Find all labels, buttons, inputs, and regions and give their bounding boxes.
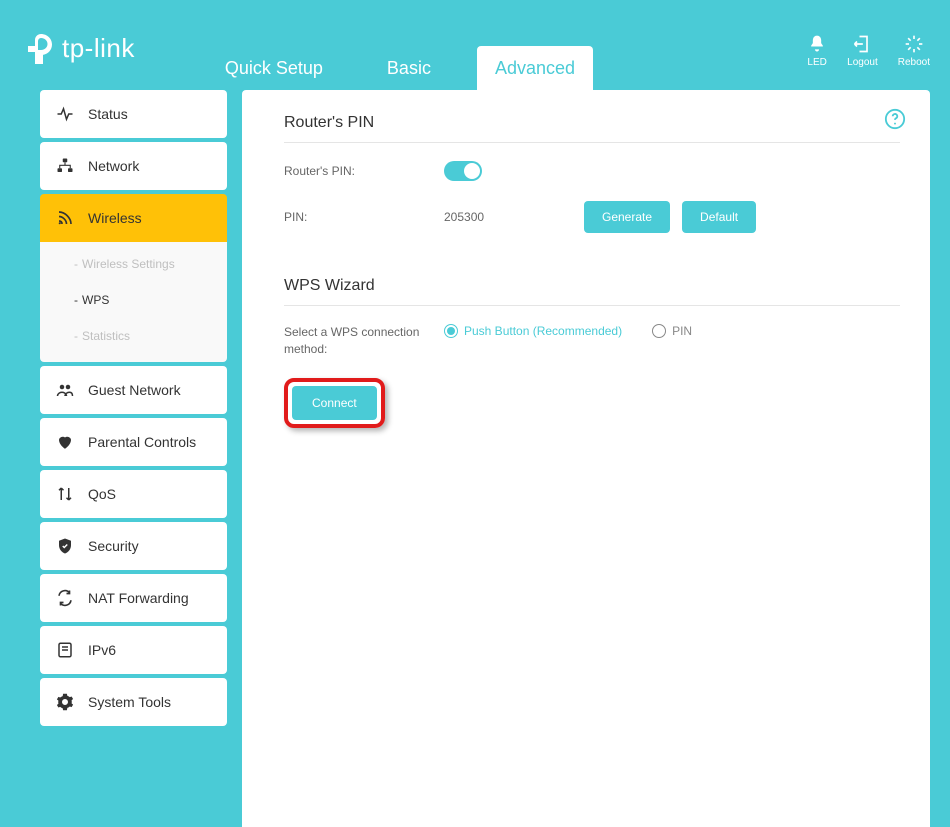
- guest-icon: [56, 381, 74, 399]
- sidebar-item-label: Parental Controls: [88, 434, 196, 450]
- wps-method-label: Select a WPS connection method:: [284, 324, 444, 358]
- connect-button[interactable]: Connect: [292, 386, 377, 420]
- connect-highlighted: Connect: [284, 378, 900, 428]
- app-frame: tp-link Quick Setup Basic Advanced LED L…: [0, 0, 950, 827]
- pin-button-group: Generate Default: [584, 201, 768, 233]
- wps-wizard-title: WPS Wizard: [284, 277, 900, 306]
- row-routers-pin-toggle: Router's PIN:: [284, 161, 900, 181]
- sidebar-item-label: Wireless: [88, 210, 142, 226]
- wireless-icon: [56, 209, 74, 227]
- brand-logo: tp-link: [20, 20, 135, 66]
- radio-pin[interactable]: PIN: [652, 324, 692, 338]
- sidebar-item-network[interactable]: Network: [40, 142, 227, 190]
- sidebar-item-label: System Tools: [88, 694, 171, 710]
- tplink-icon: [20, 30, 56, 66]
- sidebar-item-label: QoS: [88, 486, 116, 502]
- wps-options: Push Button (Recommended) PIN: [444, 324, 692, 338]
- heart-icon: [56, 433, 74, 451]
- help-icon[interactable]: [884, 108, 906, 135]
- logout-icon: [852, 34, 872, 54]
- gear-icon: [56, 693, 74, 711]
- sidebar: Status Network Wireless Wireless Setting…: [40, 90, 227, 827]
- sidebar-item-label: IPv6: [88, 642, 116, 658]
- qos-icon: [56, 485, 74, 503]
- radio-label: PIN: [672, 324, 692, 338]
- default-button[interactable]: Default: [682, 201, 756, 233]
- reboot-icon: [904, 34, 924, 54]
- sidebar-item-qos[interactable]: QoS: [40, 470, 227, 518]
- sidebar-item-ipv6[interactable]: IPv6: [40, 626, 227, 674]
- radio-label: Push Button (Recommended): [464, 324, 622, 338]
- bell-icon: [807, 34, 827, 54]
- led-button[interactable]: LED: [807, 34, 827, 68]
- logout-button[interactable]: Logout: [847, 34, 878, 68]
- reboot-button[interactable]: Reboot: [898, 34, 930, 68]
- sub-wireless-settings[interactable]: Wireless Settings: [40, 246, 227, 282]
- sidebar-item-security[interactable]: Security: [40, 522, 227, 570]
- main-panel: Router's PIN Router's PIN: PIN: 205300 G…: [242, 90, 930, 827]
- logout-label: Logout: [847, 57, 878, 68]
- pin-value: 205300: [444, 210, 584, 224]
- network-icon: [56, 157, 74, 175]
- tab-basic[interactable]: Basic: [369, 46, 449, 90]
- radio-push-button[interactable]: Push Button (Recommended): [444, 324, 622, 338]
- sidebar-item-parental[interactable]: Parental Controls: [40, 418, 227, 466]
- header: tp-link Quick Setup Basic Advanced LED L…: [20, 20, 930, 90]
- led-label: LED: [807, 57, 826, 68]
- main-tabs: Quick Setup Basic Advanced: [207, 20, 593, 90]
- sidebar-item-status[interactable]: Status: [40, 90, 227, 138]
- pin-label: PIN:: [284, 210, 444, 224]
- sidebar-item-wireless[interactable]: Wireless: [40, 194, 227, 242]
- tab-advanced[interactable]: Advanced: [477, 46, 593, 90]
- sidebar-item-label: Guest Network: [88, 382, 181, 398]
- shield-icon: [56, 537, 74, 555]
- header-actions: LED Logout Reboot: [807, 20, 930, 68]
- sidebar-item-label: Security: [88, 538, 139, 554]
- nat-icon: [56, 589, 74, 607]
- sidebar-item-nat[interactable]: NAT Forwarding: [40, 574, 227, 622]
- routers-pin-title: Router's PIN: [284, 114, 900, 143]
- sidebar-item-guest-network[interactable]: Guest Network: [40, 366, 227, 414]
- ipv6-icon: [56, 641, 74, 659]
- radio-dot-icon: [652, 324, 666, 338]
- sidebar-item-label: Network: [88, 158, 139, 174]
- sidebar-wireless-submenu: Wireless Settings WPS Statistics: [40, 242, 227, 362]
- radio-dot-icon: [444, 324, 458, 338]
- highlight-box: Connect: [284, 378, 385, 428]
- reboot-label: Reboot: [898, 57, 930, 68]
- sub-statistics[interactable]: Statistics: [40, 318, 227, 354]
- brand-text: tp-link: [62, 33, 135, 64]
- generate-button[interactable]: Generate: [584, 201, 670, 233]
- tab-quick-setup[interactable]: Quick Setup: [207, 46, 341, 90]
- activity-icon: [56, 105, 74, 123]
- sub-wps[interactable]: WPS: [40, 282, 227, 318]
- routers-pin-label: Router's PIN:: [284, 164, 444, 178]
- sidebar-item-label: NAT Forwarding: [88, 590, 189, 606]
- sidebar-item-label: Status: [88, 106, 128, 122]
- sidebar-item-tools[interactable]: System Tools: [40, 678, 227, 726]
- row-wps-method: Select a WPS connection method: Push But…: [284, 324, 900, 358]
- routers-pin-toggle[interactable]: [444, 161, 482, 181]
- row-pin-value: PIN: 205300 Generate Default: [284, 201, 900, 233]
